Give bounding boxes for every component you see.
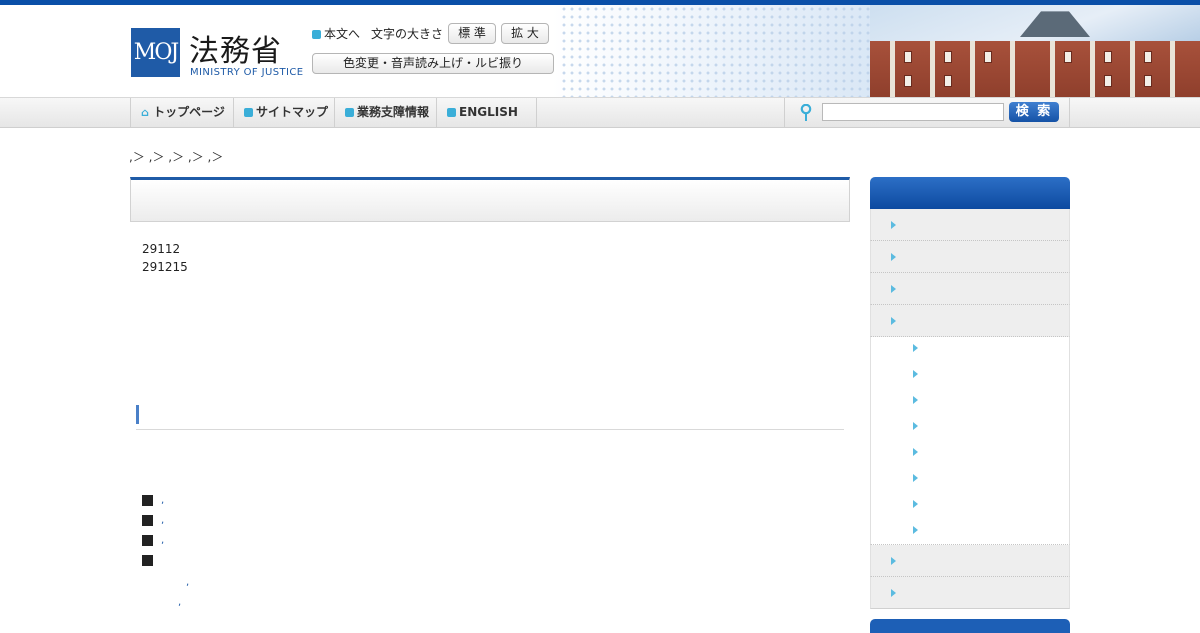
pin-icon [800, 104, 812, 121]
sidebar-header [870, 177, 1070, 209]
font-standard-button[interactable]: 標 準 [448, 23, 496, 44]
sidebar-subitem[interactable] [870, 441, 1070, 467]
sidebar-subitem[interactable] [870, 415, 1070, 441]
nav-item-english[interactable]: ENGLISH [436, 98, 537, 127]
header-building-photo [870, 5, 1200, 97]
nav-item-label: トップページ [153, 105, 225, 119]
nav-item-label: ENGLISH [459, 105, 518, 119]
square-icon [345, 108, 354, 117]
sub-list-link[interactable]: , [178, 597, 181, 608]
section-heading-bar [136, 405, 139, 424]
square-icon [244, 108, 253, 117]
sidebar-item-expanded[interactable] [870, 305, 1070, 337]
nav-item-label: 業務支障情報 [357, 105, 430, 119]
body-text-line: 291215 [142, 260, 188, 274]
triangle-icon [913, 396, 918, 404]
bullet-icon [142, 495, 153, 506]
triangle-icon [891, 253, 896, 261]
triangle-icon [913, 448, 918, 456]
list-link[interactable]: , [161, 535, 164, 546]
sidebar-item[interactable] [870, 273, 1070, 305]
sidebar-subitem[interactable] [870, 467, 1070, 493]
sidebar-item[interactable] [870, 209, 1070, 241]
home-icon: ⌂ [141, 106, 149, 119]
triangle-icon [891, 285, 896, 293]
header-dot-pattern [560, 5, 880, 97]
ministry-subtitle: MINISTRY OF JUSTICE [190, 67, 304, 78]
search-button[interactable]: 検 索 [1009, 102, 1059, 122]
accessibility-button[interactable]: 色変更・音声読み上げ・ルビ振り [312, 53, 554, 74]
section-divider [136, 429, 844, 430]
list-link[interactable]: , [161, 515, 164, 526]
sidebar-subitem[interactable] [870, 493, 1070, 519]
triangle-icon [913, 370, 918, 378]
triangle-icon [891, 221, 896, 229]
breadcrumb[interactable]: ,＞ ,＞ ,＞ ,＞ ,＞ [129, 148, 223, 165]
triangle-icon [913, 344, 918, 352]
triangle-icon [913, 422, 918, 430]
triangle-icon [913, 526, 918, 534]
bullet-icon [142, 515, 153, 526]
ministry-name[interactable]: 法務省 [189, 26, 282, 70]
font-size-label: 文字の大きさ [371, 27, 444, 41]
bullet-icon [142, 555, 153, 566]
sidebar-subitem[interactable] [870, 389, 1070, 415]
sidebar-item[interactable] [870, 545, 1070, 577]
font-large-button[interactable]: 拡 大 [501, 23, 549, 44]
sidebar-subitem[interactable] [870, 363, 1070, 389]
sidebar-subitem[interactable] [870, 519, 1070, 545]
sub-list-link[interactable]: , [186, 577, 189, 588]
nav-item-label: サイトマップ [256, 105, 329, 119]
sidebar-subitem[interactable] [870, 337, 1070, 363]
moj-logo-mark[interactable]: MOJ [131, 28, 180, 77]
skip-to-content-link[interactable]: 本文へ [312, 24, 360, 44]
search-input[interactable] [822, 103, 1004, 121]
triangle-icon [891, 557, 896, 565]
global-nav: ⌂ トップページ サイトマップ 業務支障情報 ENGLISH 検 索 [0, 97, 1200, 128]
skip-to-content-label: 本文へ [324, 27, 361, 41]
triangle-icon [891, 589, 896, 597]
triangle-icon [913, 500, 918, 508]
page-title-panel [130, 177, 850, 222]
list-link[interactable]: , [161, 495, 164, 506]
sidebar-header [870, 619, 1070, 633]
nav-item-sitemap[interactable]: サイトマップ [233, 98, 334, 127]
site-search: 検 索 [784, 98, 1070, 127]
triangle-icon [913, 474, 918, 482]
sidebar-item[interactable] [870, 577, 1070, 609]
bullet-icon [142, 535, 153, 546]
triangle-icon [891, 317, 896, 325]
body-text-line: 29112 [142, 242, 181, 256]
sidebar-item[interactable] [870, 241, 1070, 273]
square-icon [447, 108, 456, 117]
nav-item-top-page[interactable]: ⌂ トップページ [130, 98, 233, 127]
nav-item-disruption-info[interactable]: 業務支障情報 [334, 98, 436, 127]
square-icon [312, 30, 321, 39]
